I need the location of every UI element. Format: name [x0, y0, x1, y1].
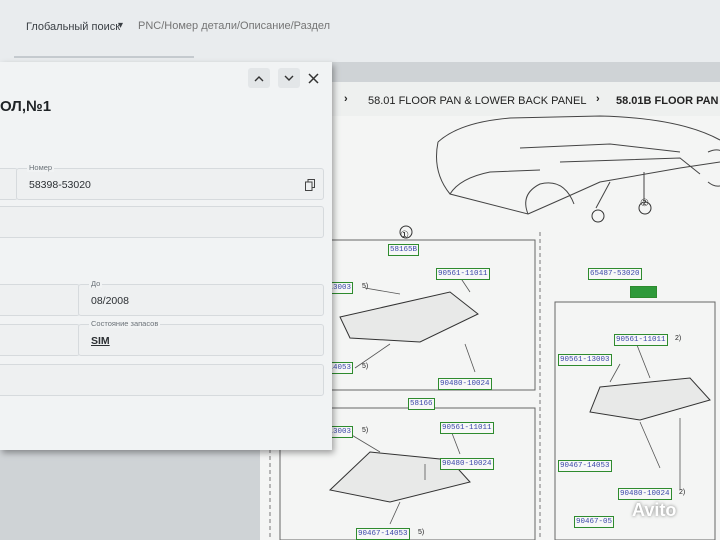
- top-search-bar: Глобальный поиск ▾: [0, 0, 720, 62]
- chevron-up-icon[interactable]: [248, 68, 270, 88]
- part-qty: 5): [362, 283, 369, 290]
- part-number-tag[interactable]: 90561-13003: [558, 354, 612, 366]
- part-qty: 5): [418, 529, 425, 536]
- callout-1: ①: [400, 230, 409, 241]
- part-qty: 2): [679, 489, 686, 496]
- part-number-tag[interactable]: 90561-11011: [440, 422, 494, 434]
- field-value: 58398-53020: [29, 179, 91, 191]
- chevron-down-icon[interactable]: ▾: [118, 20, 123, 31]
- part-qty: 5): [362, 363, 369, 370]
- dialog-title: ОЛ,№1: [0, 98, 52, 115]
- field-label: До: [89, 279, 103, 288]
- part-number-tag[interactable]: 90467-05: [574, 516, 615, 528]
- part-number-tag[interactable]: 90467-14053: [558, 460, 612, 472]
- chevron-down-icon[interactable]: [278, 68, 300, 88]
- search-input[interactable]: [138, 20, 438, 32]
- selected-part-tag[interactable]: 58398: [630, 286, 657, 298]
- part-details-dialog: ОЛ,№1 Номер 58398-53020 До 08/2008 Состо…: [0, 62, 332, 450]
- dialog-header: [0, 62, 332, 94]
- group-tag[interactable]: 58166: [408, 398, 435, 410]
- part-number-field[interactable]: Номер 58398-53020: [16, 163, 324, 200]
- tab-underline: [14, 56, 194, 58]
- copy-icon[interactable]: [305, 178, 315, 196]
- search-scope-label[interactable]: Глобальный поиск: [26, 21, 120, 33]
- callout-1-marker: [399, 209, 605, 239]
- part-number-tag[interactable]: 90480-10024: [618, 488, 672, 500]
- close-icon[interactable]: [302, 68, 324, 88]
- part-number-tag[interactable]: 90480-10024: [438, 378, 492, 390]
- callout-2: ②: [640, 198, 649, 209]
- field-label: Состояние запасов: [89, 319, 161, 328]
- part-number-tag[interactable]: 90561-11011: [614, 334, 668, 346]
- part-number-tag[interactable]: 90480-10024: [440, 458, 494, 470]
- stock-status-field[interactable]: Состояние запасов SIM: [78, 319, 324, 356]
- field-label: Номер: [27, 163, 55, 172]
- part-qty: 2): [675, 335, 682, 342]
- floor-pan-parts: [328, 291, 711, 503]
- part-qty: 5): [362, 427, 369, 434]
- car-illustration: [436, 115, 720, 215]
- to-field[interactable]: До 08/2008: [78, 279, 324, 316]
- from-field: [0, 284, 80, 316]
- empty-field: [0, 364, 324, 396]
- watermark: Avito: [632, 500, 677, 520]
- field-value: 08/2008: [91, 295, 129, 307]
- part-number-tag[interactable]: 90467-14053: [356, 528, 410, 540]
- empty-field: [0, 206, 324, 238]
- empty-field: [0, 324, 80, 356]
- part-number-tag[interactable]: 65487-53020: [588, 268, 642, 280]
- part-number-tag[interactable]: 90561-11011: [436, 268, 490, 280]
- group-tag[interactable]: 58165B: [388, 244, 420, 256]
- field-value: SIM: [91, 335, 110, 347]
